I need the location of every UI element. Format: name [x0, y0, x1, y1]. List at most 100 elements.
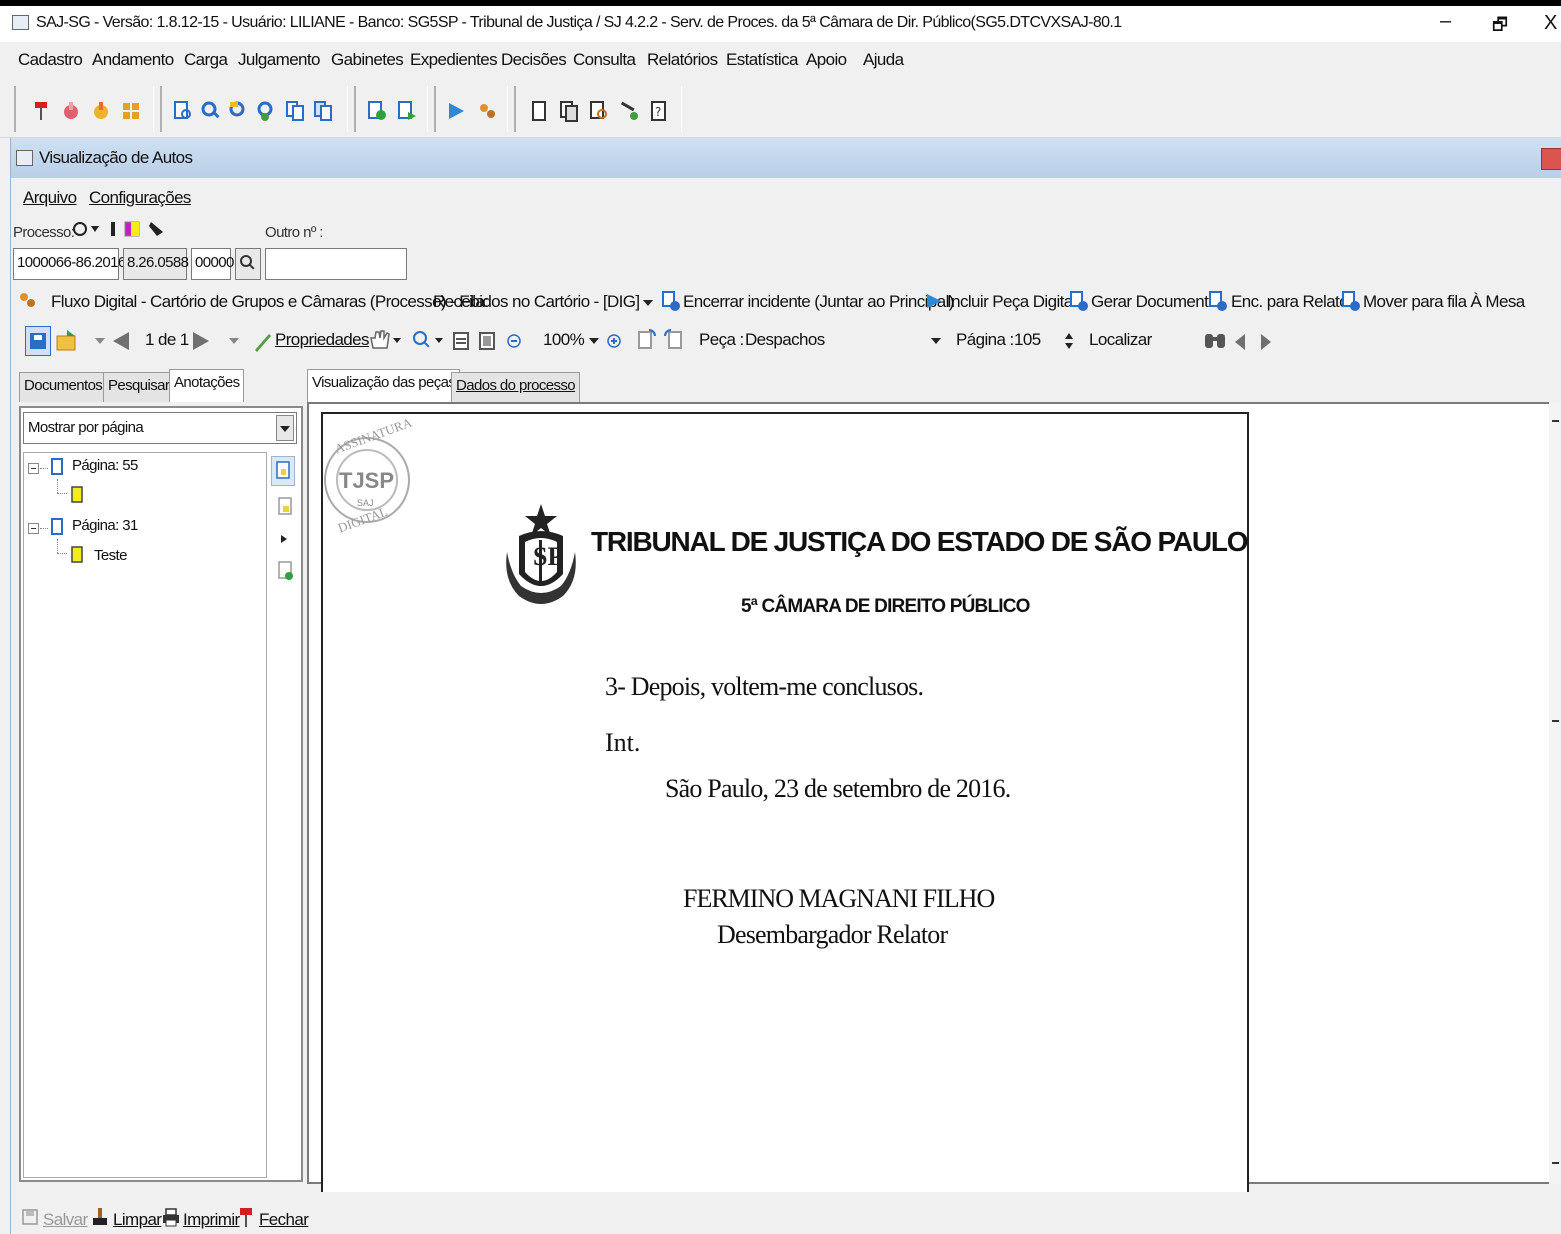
zoom-dropdown-icon[interactable] — [589, 338, 599, 344]
hand-yellow-icon[interactable] — [90, 100, 112, 122]
tab-dados-processo[interactable]: Dados do processo — [451, 372, 581, 402]
menu-consulta[interactable]: Consulta — [573, 50, 636, 70]
zoom-in-icon[interactable] — [605, 332, 623, 350]
processo-number-input[interactable]: 1000066-86.2016 — [13, 248, 126, 280]
zoom-icon[interactable] — [200, 100, 222, 122]
rotate-left-icon[interactable] — [635, 328, 657, 352]
menu-relatorios[interactable]: Relatórios — [647, 50, 718, 70]
mover-fila-button[interactable]: Mover para fila À Mesa — [1363, 292, 1525, 312]
menu-apoio[interactable]: Apoio — [806, 50, 847, 70]
tab-documentos[interactable]: Documentos — [19, 372, 108, 402]
menu-decisoes[interactable]: Decisões — [501, 50, 567, 70]
fila-dropdown-icon[interactable] — [643, 300, 653, 306]
processo-orgao-input[interactable]: 8.26.0588 — [123, 248, 189, 280]
page-icon[interactable] — [528, 100, 550, 122]
docs-icon[interactable] — [312, 100, 334, 122]
menu-andamento[interactable]: Andamento — [92, 50, 174, 70]
find-prev-icon[interactable] — [1233, 332, 1247, 352]
doc-arrow-icon[interactable] — [396, 100, 418, 122]
pages-icon[interactable] — [558, 100, 580, 122]
copy-doc-icon[interactable] — [284, 100, 306, 122]
vertical-scrollbar[interactable] — [1549, 402, 1561, 1184]
outro-numero-input[interactable] — [265, 248, 407, 280]
scroll-thumb[interactable] — [1552, 720, 1559, 722]
binoculars-icon[interactable] — [1203, 328, 1227, 352]
pagina-input[interactable]: 105 — [1014, 330, 1041, 350]
tab-anotacoes[interactable]: Anotações — [169, 369, 245, 402]
localizar-input[interactable]: Localizar — [1089, 330, 1152, 350]
expand-toggle-page31[interactable] — [28, 523, 39, 534]
processo-foro-input[interactable]: 00000 — [191, 248, 234, 280]
export-note-icon[interactable] — [275, 558, 295, 584]
page-search-icon[interactable] — [588, 100, 610, 122]
next-page-icon[interactable] — [191, 330, 211, 352]
salvar-button[interactable]: Salvar — [43, 1210, 88, 1230]
fit-width-icon[interactable] — [451, 330, 471, 352]
search-button[interactable] — [235, 248, 261, 280]
hand-icon[interactable] — [60, 100, 82, 122]
peca-select[interactable]: Despachos — [745, 330, 939, 350]
save-view-button[interactable] — [25, 326, 51, 356]
pan-hand-icon[interactable] — [367, 328, 403, 352]
zoom-tool-icon[interactable] — [411, 328, 445, 352]
zoom-flag-icon[interactable] — [228, 100, 250, 122]
tree-item-note-teste[interactable]: Teste — [94, 547, 127, 564]
menu-arquivo[interactable]: Arquivo — [23, 188, 77, 208]
search-doc-icon[interactable] — [172, 100, 194, 122]
fit-page-icon[interactable] — [477, 330, 497, 352]
enc-relator-button[interactable]: Enc. para Relator — [1231, 292, 1354, 312]
help-doc-icon[interactable]: ? — [648, 100, 670, 122]
propriedades-button[interactable]: Propriedades — [275, 330, 370, 350]
tab-pesquisar[interactable]: Pesquisar — [103, 372, 175, 402]
zoom-out-icon[interactable] — [505, 332, 523, 350]
imprimir-button[interactable]: Imprimir — [183, 1210, 240, 1230]
note-doc-icon[interactable] — [275, 494, 295, 520]
prev-dropdown-icon[interactable] — [95, 338, 105, 344]
menu-cadastro[interactable]: Cadastro — [18, 50, 83, 70]
doc-green-icon[interactable] — [366, 100, 388, 122]
autos-close-button[interactable] — [1541, 148, 1561, 170]
next-dropdown-icon[interactable] — [229, 338, 239, 344]
pagina-spinner[interactable] — [1063, 330, 1075, 352]
maximize-button[interactable]: 🗗 — [1492, 12, 1508, 41]
menu-julgamento[interactable]: Julgamento — [238, 50, 320, 70]
scroll-up-arrow[interactable] — [1552, 420, 1559, 422]
menu-expedientes[interactable]: Expedientes — [410, 50, 498, 70]
find-next-icon[interactable] — [1259, 332, 1273, 352]
zoom-user-icon[interactable] — [256, 100, 278, 122]
tools-icon[interactable] — [618, 100, 640, 122]
fechar-button[interactable]: Fechar — [259, 1210, 309, 1230]
minimize-button[interactable]: – — [1440, 10, 1451, 33]
tree-item-page31[interactable]: Página: 31 — [72, 517, 138, 534]
incluir-peca-button[interactable]: Incluir Peça Digital — [947, 292, 1076, 312]
rotate-right-icon[interactable] — [663, 328, 685, 352]
tree-item-page55[interactable]: Página: 55 — [72, 457, 138, 474]
zoom-select[interactable]: 100% — [543, 330, 585, 350]
menu-carga[interactable]: Carga — [184, 50, 228, 70]
expand-toggle-page55[interactable] — [28, 463, 39, 474]
grid-icon[interactable] — [120, 100, 142, 122]
previous-page-icon[interactable] — [111, 330, 131, 352]
arrow-right-icon[interactable] — [279, 534, 289, 544]
menu-configuracoes[interactable]: Configurações — [89, 188, 191, 208]
filter-select[interactable]: Mostrar por página — [23, 412, 297, 444]
folder-open-icon[interactable] — [55, 328, 79, 354]
close-button[interactable]: X — [1544, 12, 1557, 35]
add-note-button[interactable] — [271, 456, 295, 486]
menu-estatistica[interactable]: Estatística — [726, 50, 798, 70]
gerar-documento-button[interactable]: Gerar Documento — [1091, 292, 1218, 312]
filter-dropdown-button[interactable] — [276, 415, 294, 441]
encerrar-incidente-button[interactable]: Encerrar incidente (Juntar ao Principal) — [683, 292, 954, 312]
note-icon[interactable] — [70, 485, 84, 505]
processo-tools[interactable] — [71, 218, 181, 240]
forward-icon[interactable] — [446, 100, 468, 122]
users-icon[interactable] — [476, 100, 498, 122]
fila-select[interactable]: Recebidos no Cartório - [DIG] — [433, 292, 640, 312]
menu-ajuda[interactable]: Ajuda — [863, 50, 904, 70]
menu-gabinetes[interactable]: Gabinetes — [331, 50, 404, 70]
tab-visualizacao-pecas[interactable]: Visualização das peças — [307, 369, 461, 402]
pin-icon[interactable] — [30, 100, 52, 122]
scroll-down-arrow[interactable] — [1552, 1162, 1559, 1164]
limpar-button[interactable]: Limpar — [113, 1210, 162, 1230]
peca-dropdown-icon[interactable] — [931, 338, 941, 344]
